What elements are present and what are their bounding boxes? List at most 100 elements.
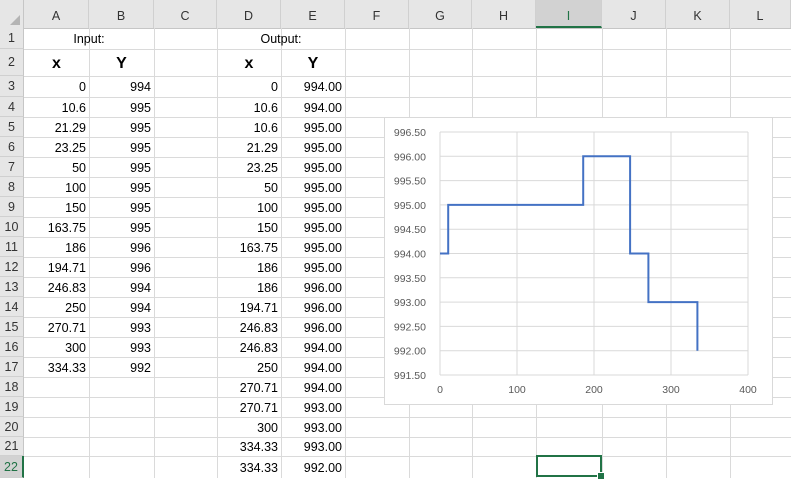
column-header-K[interactable]: K bbox=[666, 0, 730, 28]
input-y-cell[interactable]: 995 bbox=[89, 197, 154, 217]
output-x-cell[interactable]: 10.6 bbox=[217, 117, 281, 137]
output-y-cell[interactable]: 995.00 bbox=[281, 137, 345, 157]
column-header-H[interactable]: H bbox=[472, 0, 536, 28]
select-all-corner[interactable] bbox=[0, 0, 24, 28]
input-x-cell[interactable]: 10.6 bbox=[24, 97, 89, 117]
output-x-cell[interactable]: 250 bbox=[217, 357, 281, 377]
row-header-8[interactable]: 8 bbox=[0, 177, 24, 197]
column-header-C[interactable]: C bbox=[154, 0, 217, 28]
output-y-cell[interactable]: 994.00 bbox=[281, 337, 345, 357]
row-header-13[interactable]: 13 bbox=[0, 277, 24, 297]
column-header-G[interactable]: G bbox=[409, 0, 472, 28]
active-cell-I22[interactable] bbox=[536, 455, 602, 477]
row-header-11[interactable]: 11 bbox=[0, 237, 24, 257]
output-y-cell[interactable]: 994.00 bbox=[281, 377, 345, 397]
header-x-input[interactable]: x bbox=[24, 49, 89, 76]
input-y-cell[interactable]: 995 bbox=[89, 97, 154, 117]
output-x-cell[interactable]: 270.71 bbox=[217, 397, 281, 417]
output-y-cell[interactable]: 995.00 bbox=[281, 117, 345, 137]
output-y-cell[interactable]: 994.00 bbox=[281, 97, 345, 117]
column-header-D[interactable]: D bbox=[217, 0, 281, 28]
row-header-21[interactable]: 21 bbox=[0, 437, 24, 456]
input-y-cell[interactable]: 994 bbox=[89, 277, 154, 297]
output-x-cell[interactable]: 194.71 bbox=[217, 297, 281, 317]
input-x-cell[interactable]: 194.71 bbox=[24, 257, 89, 277]
input-y-cell[interactable]: 995 bbox=[89, 137, 154, 157]
column-header-E[interactable]: E bbox=[281, 0, 345, 28]
input-x-cell[interactable]: 150 bbox=[24, 197, 89, 217]
output-y-cell[interactable]: 993.00 bbox=[281, 437, 345, 456]
step-chart[interactable]: 991.50 992.00 992.50 993.00 993.50 994.00 994.… bbox=[384, 117, 773, 405]
output-y-cell[interactable]: 995.00 bbox=[281, 177, 345, 197]
output-y-cell[interactable]: 995.00 bbox=[281, 157, 345, 177]
row-header-6[interactable]: 6 bbox=[0, 137, 24, 157]
fill-handle[interactable] bbox=[597, 472, 605, 480]
input-x-cell[interactable]: 334.33 bbox=[24, 357, 89, 377]
output-x-cell[interactable]: 270.71 bbox=[217, 377, 281, 397]
header-y-output[interactable]: Y bbox=[281, 49, 345, 76]
row-header-16[interactable]: 16 bbox=[0, 337, 24, 357]
input-x-cell[interactable]: 50 bbox=[24, 157, 89, 177]
column-header-I[interactable]: I bbox=[536, 0, 602, 28]
row-header-14[interactable]: 14 bbox=[0, 297, 24, 317]
row-header-10[interactable]: 10 bbox=[0, 217, 24, 237]
output-y-cell[interactable]: 993.00 bbox=[281, 397, 345, 417]
input-y-cell[interactable]: 995 bbox=[89, 177, 154, 197]
input-y-cell[interactable]: 993 bbox=[89, 337, 154, 357]
input-y-cell[interactable]: 994 bbox=[89, 76, 154, 97]
input-x-cell[interactable]: 300 bbox=[24, 337, 89, 357]
output-x-cell[interactable]: 21.29 bbox=[217, 137, 281, 157]
output-y-cell[interactable]: 996.00 bbox=[281, 297, 345, 317]
output-y-cell[interactable]: 993.00 bbox=[281, 417, 345, 437]
input-x-cell[interactable]: 21.29 bbox=[24, 117, 89, 137]
output-y-cell[interactable]: 996.00 bbox=[281, 277, 345, 297]
input-x-cell[interactable]: 163.75 bbox=[24, 217, 89, 237]
column-header-L[interactable]: L bbox=[730, 0, 791, 28]
output-x-cell[interactable]: 10.6 bbox=[217, 97, 281, 117]
row-header-17[interactable]: 17 bbox=[0, 357, 24, 377]
row-header-18[interactable]: 18 bbox=[0, 377, 24, 397]
output-x-cell[interactable]: 23.25 bbox=[217, 157, 281, 177]
output-x-cell[interactable]: 186 bbox=[217, 257, 281, 277]
column-header-A[interactable]: A bbox=[24, 0, 89, 28]
input-label-cell[interactable]: Input: bbox=[24, 28, 154, 49]
row-header-3[interactable]: 3 bbox=[0, 76, 24, 97]
row-header-4[interactable]: 4 bbox=[0, 97, 24, 117]
row-header-22[interactable]: 22 bbox=[0, 456, 24, 478]
column-header-B[interactable]: B bbox=[89, 0, 154, 28]
input-y-cell[interactable]: 994 bbox=[89, 297, 154, 317]
input-y-cell[interactable]: 996 bbox=[89, 257, 154, 277]
header-y-input[interactable]: Y bbox=[89, 49, 154, 76]
input-y-cell[interactable]: 995 bbox=[89, 157, 154, 177]
output-y-cell[interactable]: 996.00 bbox=[281, 317, 345, 337]
input-x-cell[interactable]: 100 bbox=[24, 177, 89, 197]
output-y-cell[interactable]: 995.00 bbox=[281, 217, 345, 237]
output-x-cell[interactable]: 163.75 bbox=[217, 237, 281, 257]
row-header-20[interactable]: 20 bbox=[0, 417, 24, 437]
output-label-cell[interactable]: Output: bbox=[217, 28, 345, 49]
output-x-cell[interactable]: 300 bbox=[217, 417, 281, 437]
column-header-J[interactable]: J bbox=[602, 0, 666, 28]
row-header-15[interactable]: 15 bbox=[0, 317, 24, 337]
output-x-cell[interactable]: 186 bbox=[217, 277, 281, 297]
input-x-cell[interactable]: 270.71 bbox=[24, 317, 89, 337]
output-x-cell[interactable]: 246.83 bbox=[217, 317, 281, 337]
input-x-cell[interactable]: 0 bbox=[24, 76, 89, 97]
input-y-cell[interactable]: 992 bbox=[89, 357, 154, 377]
output-x-cell[interactable]: 334.33 bbox=[217, 456, 281, 478]
input-x-cell[interactable]: 246.83 bbox=[24, 277, 89, 297]
row-header-1[interactable]: 1 bbox=[0, 28, 24, 49]
row-header-9[interactable]: 9 bbox=[0, 197, 24, 217]
input-y-cell[interactable]: 995 bbox=[89, 117, 154, 137]
input-y-cell[interactable]: 993 bbox=[89, 317, 154, 337]
input-y-cell[interactable]: 996 bbox=[89, 237, 154, 257]
row-header-7[interactable]: 7 bbox=[0, 157, 24, 177]
output-x-cell[interactable]: 246.83 bbox=[217, 337, 281, 357]
output-x-cell[interactable]: 334.33 bbox=[217, 437, 281, 456]
output-x-cell[interactable]: 100 bbox=[217, 197, 281, 217]
output-y-cell[interactable]: 995.00 bbox=[281, 197, 345, 217]
row-header-12[interactable]: 12 bbox=[0, 257, 24, 277]
output-x-cell[interactable]: 150 bbox=[217, 217, 281, 237]
output-y-cell[interactable]: 995.00 bbox=[281, 237, 345, 257]
input-x-cell[interactable]: 250 bbox=[24, 297, 89, 317]
